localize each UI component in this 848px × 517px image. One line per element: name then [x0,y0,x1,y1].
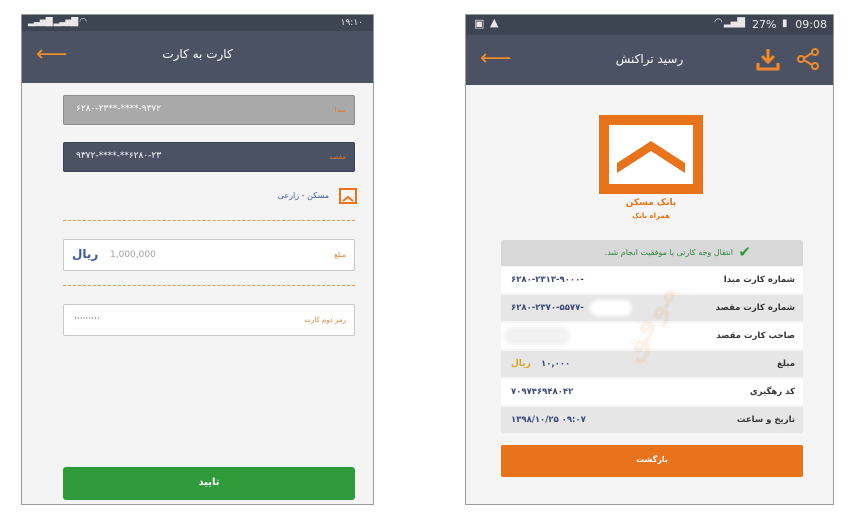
left-screen: ▂▃▅▇ ▂▃▅▇ ◠ ۱۹:۱۰ ⟵ کارت به کارت ۶۲۸۰-۲۳… [21,14,374,505]
row-value: ۱۳۹۸/۱۰/۲۵ ۰۹:۰۷ [511,415,586,425]
dest-label: مقصد [328,153,346,161]
dest-owner-name: مسکن - زارعی [277,191,329,200]
confirm-label: تایید [198,477,220,488]
page-title: کارت به کارت [162,47,233,61]
download-icon[interactable] [756,47,780,71]
status-bar: ▂▃▅▇ ▂▃▅▇ ◠ ۱۹:۱۰ [22,15,373,31]
amount-placeholder: 1,000,000 [110,250,156,260]
amount-field[interactable]: ریال 1,000,000 مبلغ [63,239,355,271]
app-bar: ⟵ کارت به کارت [22,31,373,83]
source-card-value: ۶۲۸۰-۲۳**-****-۹۳۷۲ [76,104,162,114]
battery-icon: ▮ [782,18,788,29]
currency-label: ریال [72,247,99,261]
row-label: کد رهگیری [749,387,795,397]
receipt-row: مبلغ ۱۰,۰۰۰ ریال [501,351,803,377]
battery-percent: 27% [752,18,777,31]
row-unit: ریال [511,359,531,369]
pin-value: ········· [74,314,100,324]
divider-2 [63,285,355,286]
wifi-signal-icon: ◠ ▂▄▇ [714,17,745,28]
amount-label: مبلغ [334,251,346,259]
row-label: شماره کارت مبدا [723,275,795,285]
bank-name: بانک مسکن [625,198,677,208]
status-bar: ▣ ▲ ◠ ▂▄▇ 27% ▮ 09:08 [466,15,833,35]
row-label: مبلغ [776,359,795,369]
bank-subtitle: همراه بانک [632,212,670,220]
row-label: صاحب کارت مقصد [716,331,795,341]
confirm-button[interactable]: تایید [63,467,355,500]
row-value: ۶۲۸۰-۲۳۷۰-۵۵۷۷- [511,303,584,313]
dest-card-value: ۹۳۷۲-****-**۶۲۸۰-۲۳ [76,151,162,161]
warning-icon: ▲ [490,16,499,29]
receipt-row: کد رهگیری ۷۰۹۷۴۶۹۴۸۰۴۲ [501,379,803,405]
bank-maskan-logo [599,115,703,194]
bank-maskan-icon [339,188,357,204]
row-label: شماره کارت مقصد [715,303,795,313]
dest-card-field[interactable]: ۹۳۷۲-****-**۶۲۸۰-۲۳ مقصد [63,142,355,172]
back-button[interactable]: بازگشت [501,445,803,477]
pin-label: رمز دوم کارت [304,316,346,324]
share-icon[interactable] [796,48,820,70]
image-icon: ▣ [474,17,485,30]
app-bar: ⟵ رسید تراکنش [466,35,833,85]
check-icon: ✔ [738,243,751,261]
success-banner: انتقال وجه کارتی با موفقیت انجام شد. ✔ [501,240,803,266]
row-label: تاریخ و ساعت [736,415,795,425]
row-value: ۶۲۸۰-۲۳۱۳-۹۰۰۰- [511,275,584,285]
source-card-field[interactable]: ۶۲۸۰-۲۳**-****-۹۳۷۲ مبدا [63,95,355,125]
row-value: ۱۰,۰۰۰ [541,359,571,369]
success-text: انتقال وجه کارتی با موفقیت انجام شد. [604,248,733,257]
back-button-label: بازگشت [636,455,668,464]
dest-owner-row: مسکن - زارعی [222,187,357,207]
status-time: ۱۹:۱۰ [340,18,363,28]
signal-icon: ▂▃▅▇ ▂▃▅▇ ◠ [28,17,87,27]
pin-field[interactable]: ········· رمز دوم کارت [63,304,355,336]
divider-1 [63,220,355,221]
right-screen: ▣ ▲ ◠ ▂▄▇ 27% ▮ 09:08 ⟵ رسید تراکنش بانک… [465,14,834,505]
source-label: مبدا [334,106,346,114]
status-time: 09:08 [795,18,827,31]
receipt-row: تاریخ و ساعت ۱۳۹۸/۱۰/۲۵ ۰۹:۰۷ [501,407,803,433]
row-value: ۷۰۹۷۴۶۹۴۸۰۴۲ [511,387,574,397]
